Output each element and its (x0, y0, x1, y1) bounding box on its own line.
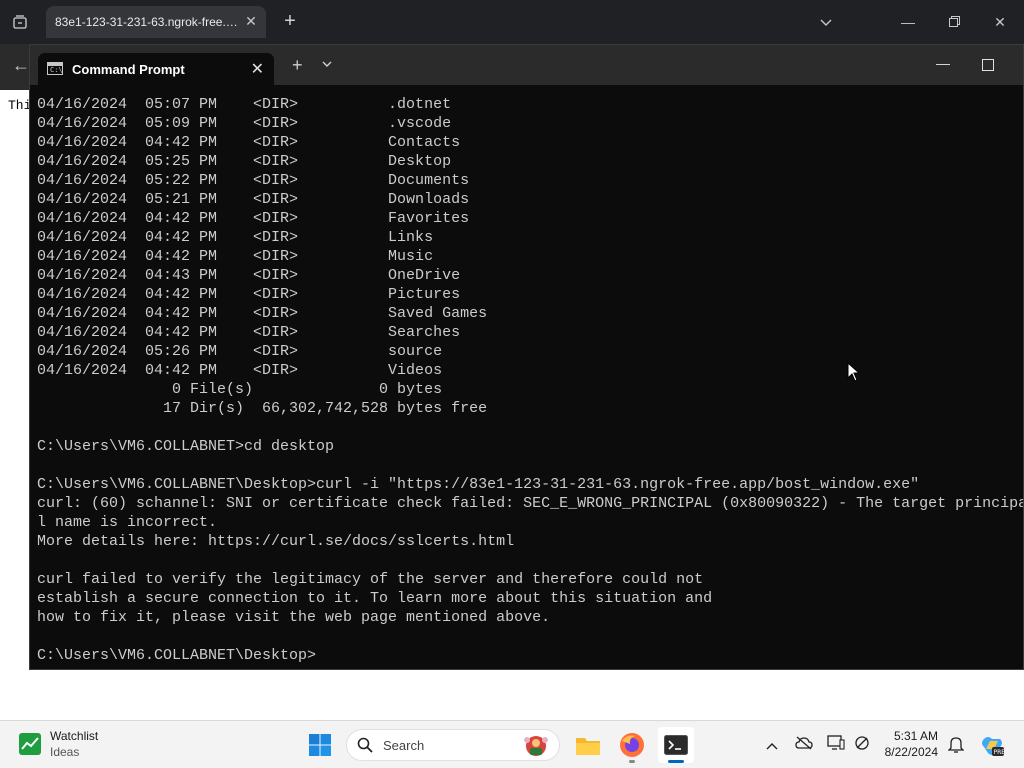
terminal-line: 04/16/2024 05:21 PM <DIR> Downloads (37, 191, 470, 208)
page-text: Thi (8, 98, 32, 113)
svg-text:PRE: PRE (994, 749, 1005, 756)
close-icon[interactable]: ✕ (251, 59, 264, 79)
cmd-icon: C:\ (47, 62, 63, 75)
terminal-tab[interactable]: C:\ Command Prompt ✕ (38, 53, 274, 85)
windows-start-icon[interactable] (308, 733, 332, 757)
terminal-tab-title: Command Prompt (72, 62, 185, 77)
browser-tab-title: 83e1-123-31-231-63.ngrok-free.app (55, 15, 240, 29)
clock-time[interactable]: 5:31 AM (888, 729, 938, 743)
chevron-down-icon[interactable] (322, 59, 332, 71)
command-prompt-window: C:\ Command Prompt ✕ + — 04/16/2024 05:0… (29, 44, 1024, 670)
terminal-line: C:\Users\VM6.COLLABNET>cd desktop (37, 438, 335, 455)
terminal-line: l name is incorrect. (37, 514, 218, 531)
terminal-line: curl: (60) schannel: SNI or certificate … (37, 495, 1023, 512)
mouse-cursor-icon (847, 361, 861, 387)
terminal-output[interactable]: 04/16/2024 05:07 PM <DIR> .dotnet 04/16/2… (37, 95, 1023, 669)
terminal-line: C:\Users\VM6.COLLABNET\Desktop> (37, 647, 317, 664)
taskbar-search-box[interactable]: Search (346, 729, 560, 761)
tab-actions-icon[interactable] (8, 10, 32, 34)
search-placeholder: Search (383, 738, 425, 753)
terminal-line: 04/16/2024 04:43 PM <DIR> OneDrive (37, 267, 461, 284)
close-icon[interactable]: ✕ (244, 14, 258, 28)
terminal-line: how to fix it, please visit the web page… (37, 609, 551, 626)
chevron-down-icon[interactable] (816, 12, 836, 32)
terminal-line: 04/16/2024 04:42 PM <DIR> Contacts (37, 134, 461, 151)
search-highlight-icon (521, 732, 551, 760)
terminal-icon[interactable] (658, 727, 694, 763)
terminal-titlebar: C:\ Command Prompt ✕ + — (30, 45, 1023, 85)
back-arrow-icon[interactable]: ← (12, 55, 30, 76)
display-icon[interactable] (826, 735, 846, 755)
notification-bell-icon[interactable] (946, 735, 966, 755)
running-indicator (629, 760, 635, 763)
terminal-line: 04/16/2024 04:42 PM <DIR> Links (37, 229, 434, 246)
close-window-icon[interactable]: ✕ (990, 12, 1010, 32)
terminal-line: 04/16/2024 04:42 PM <DIR> Searches (37, 324, 461, 341)
chevron-up-icon[interactable] (762, 735, 782, 755)
terminal-line: C:\Users\VM6.COLLABNET\Desktop>curl -i "… (37, 476, 920, 493)
terminal-line: 04/16/2024 04:42 PM <DIR> Favorites (37, 210, 470, 227)
terminal-line: 04/16/2024 05:26 PM <DIR> source (37, 343, 443, 360)
terminal-line: 04/16/2024 04:42 PM <DIR> Saved Games (37, 305, 488, 322)
terminal-line: 04/16/2024 04:42 PM <DIR> Music (37, 248, 434, 265)
file-explorer-icon[interactable] (570, 727, 606, 763)
minimize-icon[interactable]: — (898, 12, 918, 32)
terminal-line: 04/16/2024 04:42 PM <DIR> Videos (37, 362, 443, 379)
copilot-icon[interactable]: PRE (980, 735, 1005, 756)
browser-tab[interactable]: 83e1-123-31-231-63.ngrok-free.app ✕ (46, 6, 266, 38)
firefox-icon[interactable] (614, 727, 650, 763)
terminal-line: 0 File(s) 0 bytes (37, 381, 443, 398)
terminal-line: 04/16/2024 05:07 PM <DIR> .dotnet (37, 96, 452, 113)
terminal-line: establish a secure connection to it. To … (37, 590, 713, 607)
terminal-line: 04/16/2024 05:25 PM <DIR> Desktop (37, 153, 452, 170)
widget-title[interactable]: Watchlist (50, 729, 98, 743)
stock-chart-icon[interactable] (18, 732, 42, 756)
active-indicator (668, 760, 684, 763)
maximize-icon[interactable] (982, 59, 994, 71)
restore-icon[interactable] (944, 12, 964, 32)
terminal-line: 04/16/2024 04:42 PM <DIR> Pictures (37, 286, 461, 303)
new-terminal-tab-button[interactable]: + (292, 56, 303, 74)
onedrive-offline-icon[interactable] (794, 735, 814, 755)
new-tab-button[interactable]: + (280, 11, 300, 31)
clock-date[interactable]: 8/22/2024 (878, 745, 938, 759)
terminal-line: 04/16/2024 05:09 PM <DIR> .vscode (37, 115, 452, 132)
taskbar: Watchlist Ideas Search 5:31 AM 8/22/2024 (0, 720, 1024, 768)
terminal-line: More details here: https://curl.se/docs/… (37, 533, 515, 550)
widget-subtitle: Ideas (50, 745, 80, 759)
terminal-line: curl failed to verify the legitimacy of … (37, 571, 704, 588)
terminal-line: 17 Dir(s) 66,302,742,528 bytes free (37, 400, 488, 417)
browser-tab-bar: 83e1-123-31-231-63.ngrok-free.app ✕ + — … (0, 0, 1024, 44)
terminal-line: 04/16/2024 05:22 PM <DIR> Documents (37, 172, 470, 189)
search-icon (357, 737, 373, 753)
minimize-icon[interactable]: — (936, 55, 950, 71)
network-icon[interactable] (852, 735, 872, 755)
